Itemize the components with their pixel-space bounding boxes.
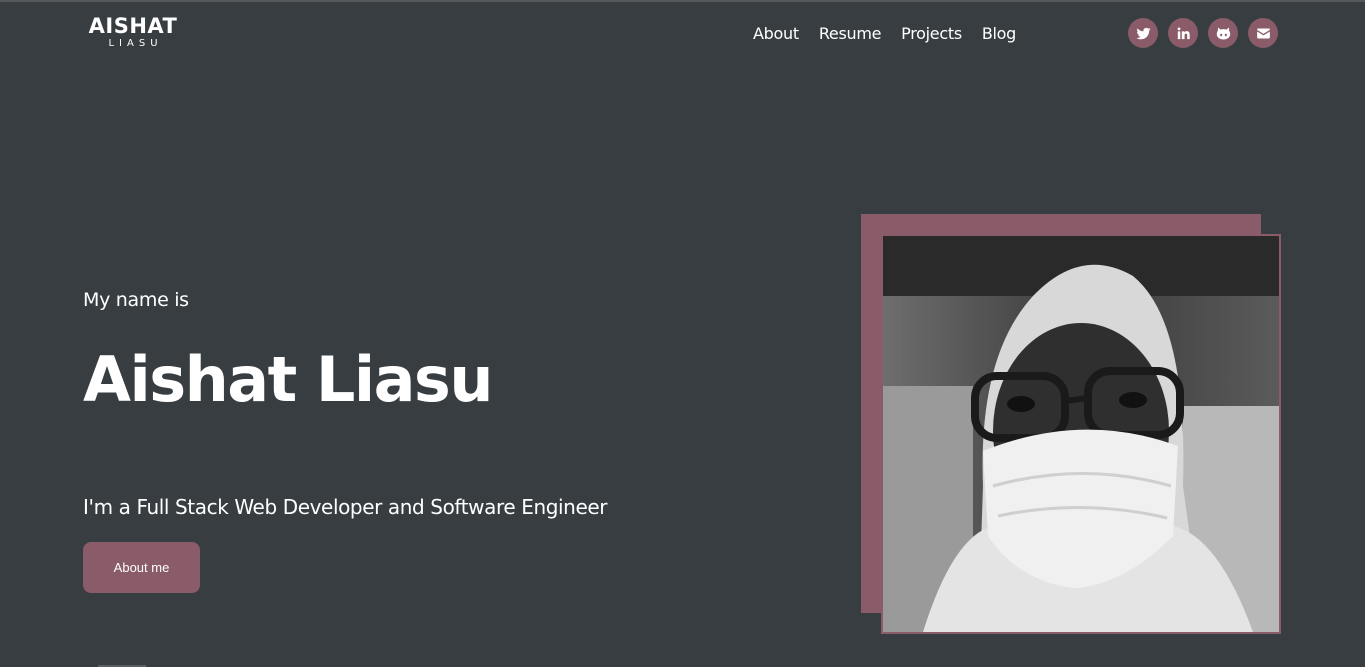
twitter-icon [1135, 27, 1151, 39]
page: AISHAT LIASU About Resume Projects Blog … [0, 0, 1365, 667]
about-me-button[interactable]: About me [83, 542, 200, 593]
linkedin-link[interactable] [1168, 18, 1198, 48]
nav-blog[interactable]: Blog [982, 24, 1016, 44]
twitter-link[interactable] [1128, 18, 1158, 48]
social-links [1128, 18, 1278, 48]
github-link[interactable] [1208, 18, 1238, 48]
linkedin-icon [1177, 26, 1190, 39]
email-link[interactable] [1248, 18, 1278, 48]
intro-text: My name is [83, 289, 189, 311]
email-icon [1256, 28, 1270, 38]
logo-main-text: AISHAT [88, 14, 178, 38]
nav-about[interactable]: About [753, 24, 799, 44]
main-nav: About Resume Projects Blog [753, 24, 1016, 44]
logo[interactable]: AISHAT LIASU [88, 14, 178, 50]
logo-sub-text: LIASU [108, 38, 163, 49]
nav-projects[interactable]: Projects [901, 24, 962, 44]
hero-name: Aishat Liasu [83, 343, 493, 416]
profile-photo [881, 234, 1281, 634]
nav-resume[interactable]: Resume [819, 24, 882, 44]
hero-tagline: I'm a Full Stack Web Developer and Softw… [83, 495, 608, 519]
profile-photo-illustration [883, 236, 1279, 632]
github-icon [1216, 26, 1230, 40]
